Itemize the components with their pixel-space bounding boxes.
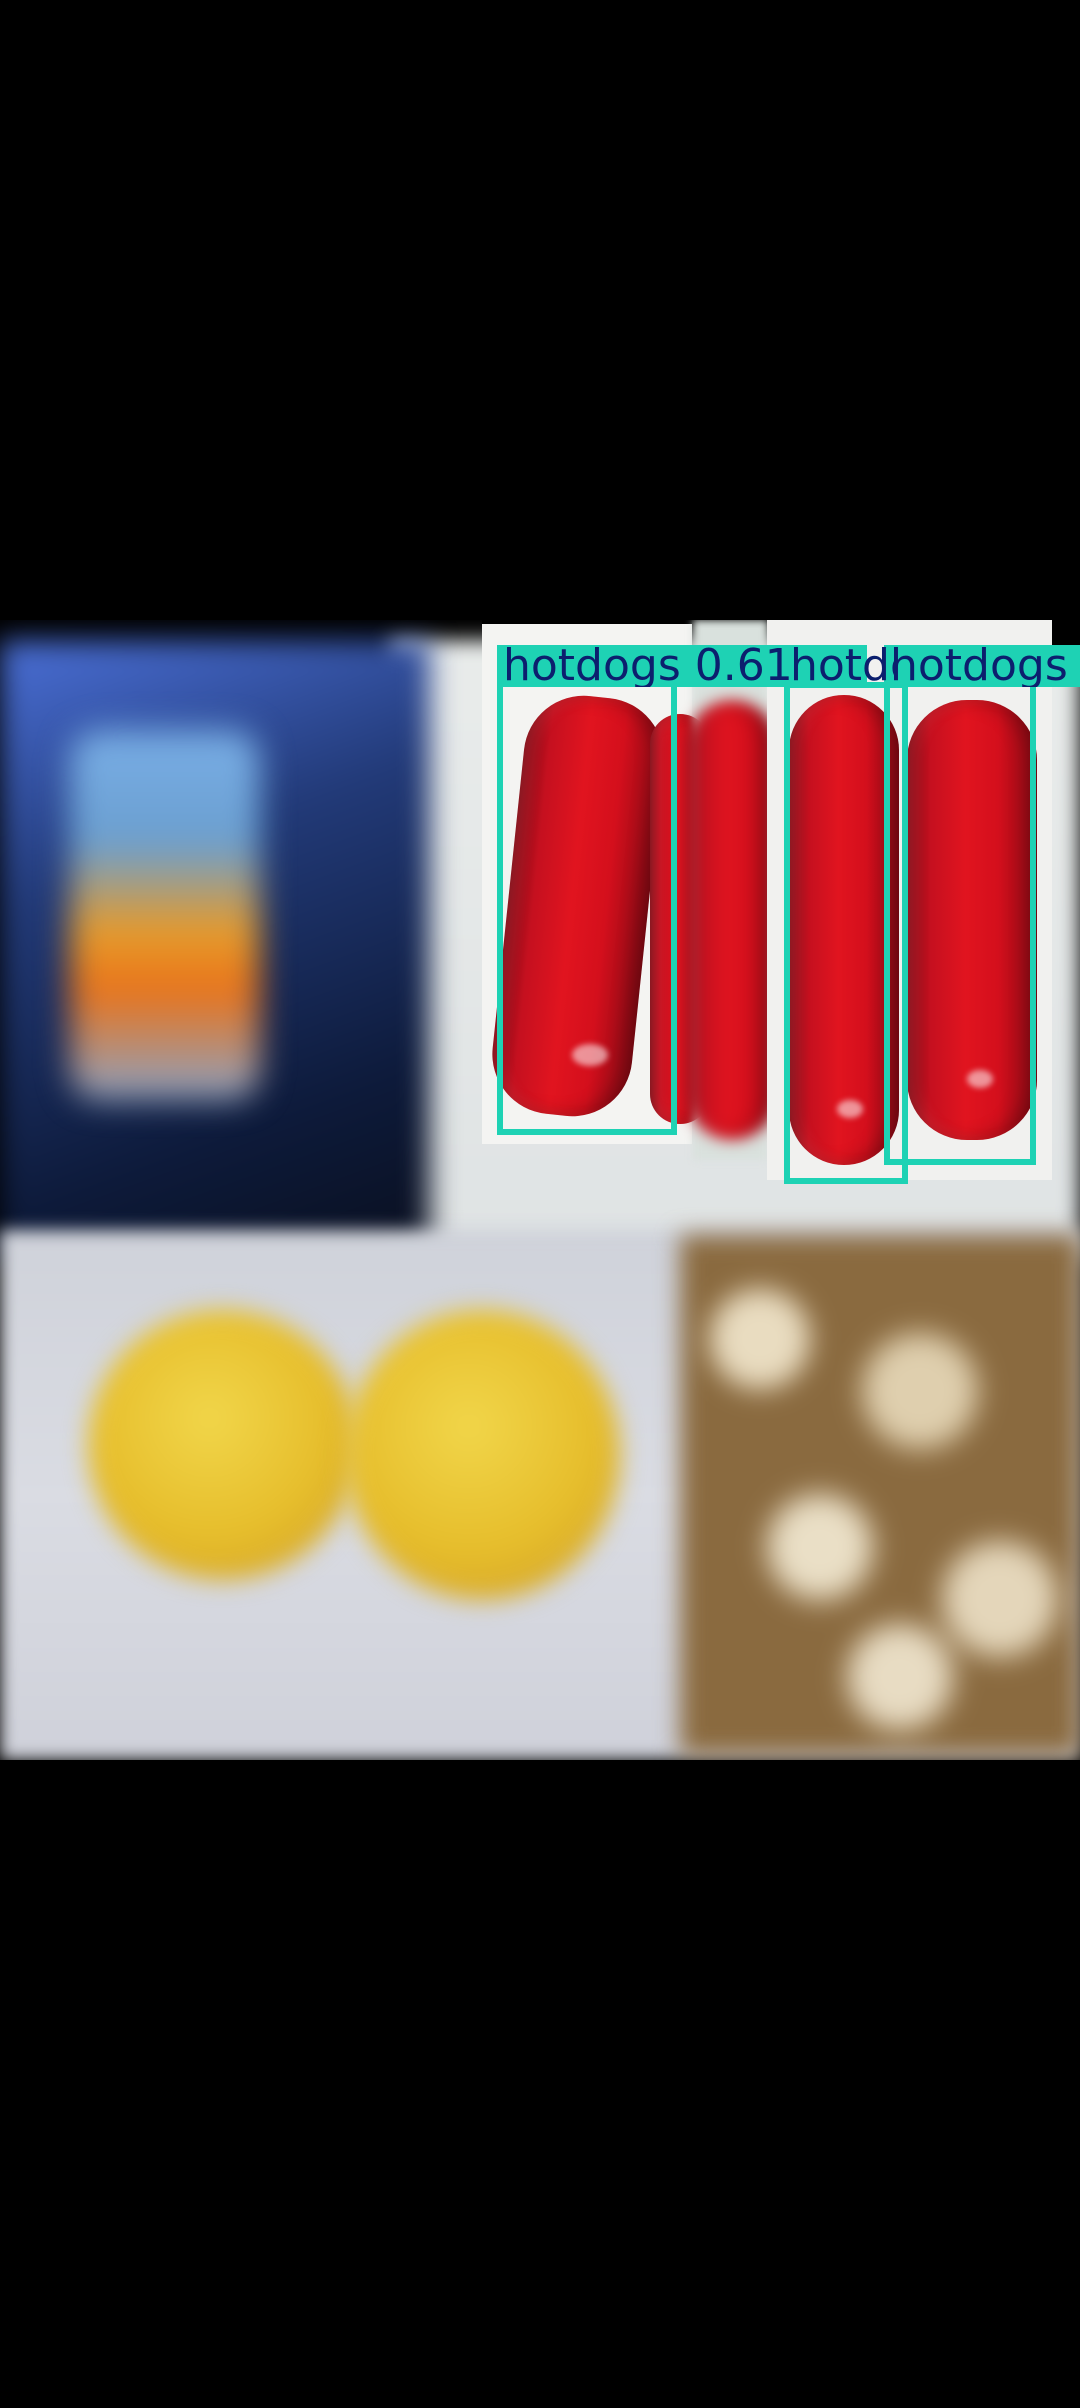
- lemon-left: [88, 1310, 358, 1580]
- detection-label-3: hotdogs 0.50: [884, 645, 1080, 687]
- lemon-right: [345, 1310, 620, 1600]
- crop-corner: [1052, 620, 1080, 646]
- hotdog-middle-blurred: [687, 700, 777, 1140]
- package-artwork: [70, 730, 260, 1100]
- screen: hotdogs 0.61 hotdogs 0.50 hotdogs: [0, 0, 1080, 2408]
- detection-label-2: hotdogs: [790, 645, 894, 687]
- nuts-pile: [680, 1235, 1080, 1755]
- detection-photo: hotdogs 0.61 hotdogs 0.50 hotdogs: [0, 620, 1080, 1760]
- detection-box-1: [497, 645, 677, 1135]
- detection-box-2: [784, 682, 908, 1184]
- crop-middle: [687, 620, 777, 1160]
